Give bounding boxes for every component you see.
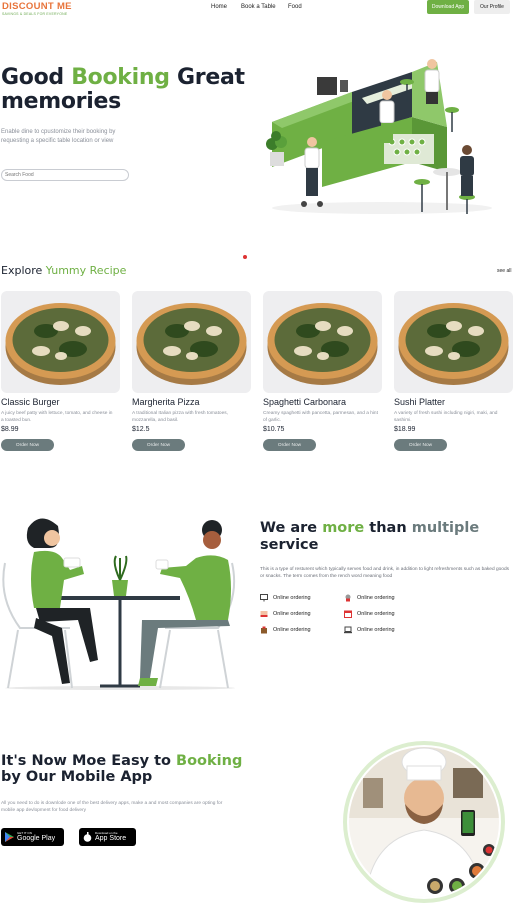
nav-home[interactable]: Home bbox=[211, 4, 227, 10]
pizza-image bbox=[263, 291, 382, 393]
app-title: It's Now Moe Easy to Booking by Our Mobi… bbox=[1, 753, 242, 785]
feature-label: Online ordering bbox=[357, 627, 395, 633]
nav-food[interactable]: Food bbox=[288, 4, 302, 10]
hero-title-line2: memories bbox=[1, 89, 121, 114]
service-title-part1: We are bbox=[260, 520, 323, 536]
feature-item: Online ordering bbox=[260, 610, 311, 618]
recipe-description: A juicy beef patty with lettuce, tomato,… bbox=[1, 411, 113, 423]
hero-title-part2: Great bbox=[169, 65, 245, 90]
recipes-title-highlight: Yummy Recipe bbox=[45, 264, 127, 277]
nav-book-table[interactable]: Book a Table bbox=[241, 4, 276, 10]
feature-label: Online ordering bbox=[357, 611, 395, 617]
feature-label: Online ordering bbox=[273, 611, 311, 617]
service-description: This is a type of resturent which typica… bbox=[260, 567, 510, 579]
recipe-card[interactable]: Margherita Pizza A traditional Italian pi… bbox=[132, 291, 251, 451]
logo-text: DISCOUNT ME bbox=[2, 1, 72, 12]
food-box-icon bbox=[260, 611, 268, 617]
logo-tagline: SAVINGS & DEALS FOR EVERYONE bbox=[2, 12, 68, 16]
app-store-label: App Store bbox=[95, 835, 127, 842]
app-title-line2: by Our Mobile App bbox=[1, 769, 153, 785]
feature-item: Online ordering bbox=[344, 610, 395, 618]
delivery-bag-icon bbox=[261, 626, 267, 634]
recipes-title: Explore Yummy Recipe bbox=[1, 264, 126, 277]
feature-label: Online ordering bbox=[273, 627, 311, 633]
order-now-button[interactable]: Order Now bbox=[263, 439, 316, 451]
service-title-part2: than bbox=[364, 520, 412, 536]
feature-item: Online ordering bbox=[344, 594, 395, 602]
feature-item: Online ordering bbox=[260, 594, 311, 602]
cafe-couple-illustration bbox=[2, 518, 236, 690]
service-title-line2: service bbox=[260, 537, 319, 553]
service-title-grey: multiple bbox=[411, 520, 480, 536]
hero-title-part1: Good bbox=[1, 65, 72, 90]
service-title-highlight: more bbox=[322, 520, 365, 536]
apple-icon bbox=[83, 832, 92, 842]
recipe-name: Classic Burger bbox=[1, 397, 60, 407]
search-food-input[interactable] bbox=[1, 169, 129, 181]
recipe-price: $18.99 bbox=[394, 426, 416, 433]
person-diner bbox=[460, 145, 474, 196]
see-all-link[interactable]: see all bbox=[497, 268, 511, 274]
recipe-description: Creamy spaghetti with pancetta, parmesan… bbox=[263, 411, 378, 423]
pizza-image bbox=[132, 291, 251, 393]
chef-hat-icon bbox=[345, 594, 351, 602]
recipe-name: Spaghetti Carbonara bbox=[263, 397, 347, 407]
chef-with-phone-image bbox=[343, 741, 505, 903]
order-now-button[interactable]: Order Now bbox=[394, 439, 447, 451]
restaurant-counter-illustration bbox=[266, 59, 492, 214]
recipe-name: Margherita Pizza bbox=[132, 397, 200, 407]
profile-button[interactable]: Our Profile bbox=[474, 0, 510, 14]
recipe-price: $8.99 bbox=[1, 426, 19, 433]
calendar-icon bbox=[344, 610, 352, 618]
pizza-image bbox=[1, 291, 120, 393]
app-description: All you need to do is downlode one of th… bbox=[1, 801, 223, 813]
recipes-title-part1: Explore bbox=[1, 264, 46, 277]
download-app-button[interactable]: Download App bbox=[427, 0, 469, 14]
recipe-card[interactable]: Classic Burger A juicy beef patty with le… bbox=[1, 291, 120, 451]
recipe-description: A variety of fresh sushi including nigir… bbox=[394, 411, 498, 423]
feature-label: Online ordering bbox=[273, 595, 311, 601]
google-play-label: Google Play bbox=[17, 835, 56, 842]
recipe-card[interactable]: Spaghetti Carbonara Creamy spaghetti with… bbox=[263, 291, 382, 451]
service-title: We are more than multiple service bbox=[260, 520, 500, 554]
brand-logo[interactable]: DISCOUNT ME SAVINGS & DEALS FOR EVERYONE bbox=[2, 2, 82, 18]
recipe-price: $10.75 bbox=[263, 426, 285, 433]
recipe-card[interactable]: Sushi Platter A variety of fresh sushi in… bbox=[394, 291, 513, 451]
app-store-button[interactable]: Download on the App Store bbox=[79, 828, 136, 846]
recipe-price: $12.5 bbox=[132, 426, 150, 433]
pizza-image bbox=[394, 291, 513, 393]
hero-title-highlight: Booking bbox=[71, 65, 170, 90]
recipe-description: A traditional Italian pizza with fresh t… bbox=[132, 411, 228, 423]
feature-item: Online ordering bbox=[344, 626, 395, 634]
hero-title: Good Booking Great memories bbox=[1, 66, 245, 114]
hero-subtitle: Enable dine to cpustomize their booking … bbox=[1, 129, 116, 144]
app-title-highlight: Booking bbox=[176, 753, 243, 769]
feature-item: Online ordering bbox=[260, 626, 311, 634]
recipe-name: Sushi Platter bbox=[394, 397, 446, 407]
app-title-part1: It's Now Moe Easy to bbox=[1, 753, 177, 769]
google-play-icon bbox=[5, 832, 14, 842]
google-play-button[interactable]: GET IT ON Google Play bbox=[1, 828, 64, 846]
laptop-icon bbox=[344, 626, 352, 634]
order-now-button[interactable]: Order Now bbox=[132, 439, 185, 451]
order-now-button[interactable]: Order Now bbox=[1, 439, 54, 451]
carousel-indicator[interactable] bbox=[243, 255, 247, 259]
monitor-icon bbox=[260, 594, 268, 602]
feature-label: Online ordering bbox=[357, 595, 395, 601]
